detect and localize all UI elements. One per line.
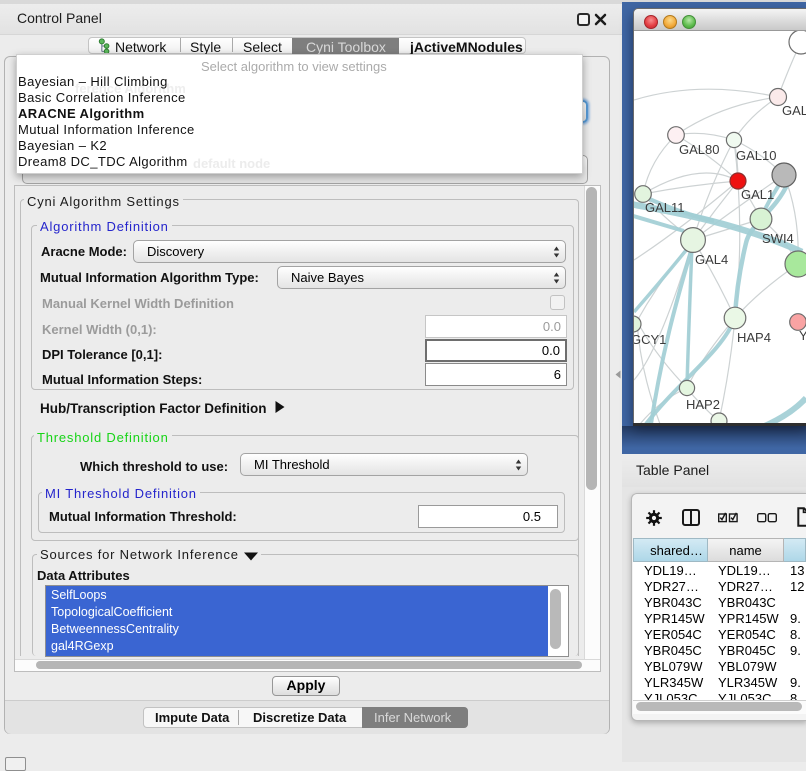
svg-text:GCY1: GCY1 [634,332,666,347]
svg-text:Y: Y [799,328,806,343]
svg-text:HAP2: HAP2 [686,397,720,412]
svg-text:GAL4: GAL4 [695,252,728,267]
svg-text:GAL10: GAL10 [736,148,776,163]
svg-text:GAL80: GAL80 [679,142,719,157]
svg-text:GAL11: GAL11 [645,200,685,215]
svg-text:SWI4: SWI4 [762,231,794,246]
svg-text:HAP4: HAP4 [737,330,771,345]
svg-text:GAL: GAL [782,103,806,118]
svg-text:GAL1: GAL1 [741,187,774,202]
